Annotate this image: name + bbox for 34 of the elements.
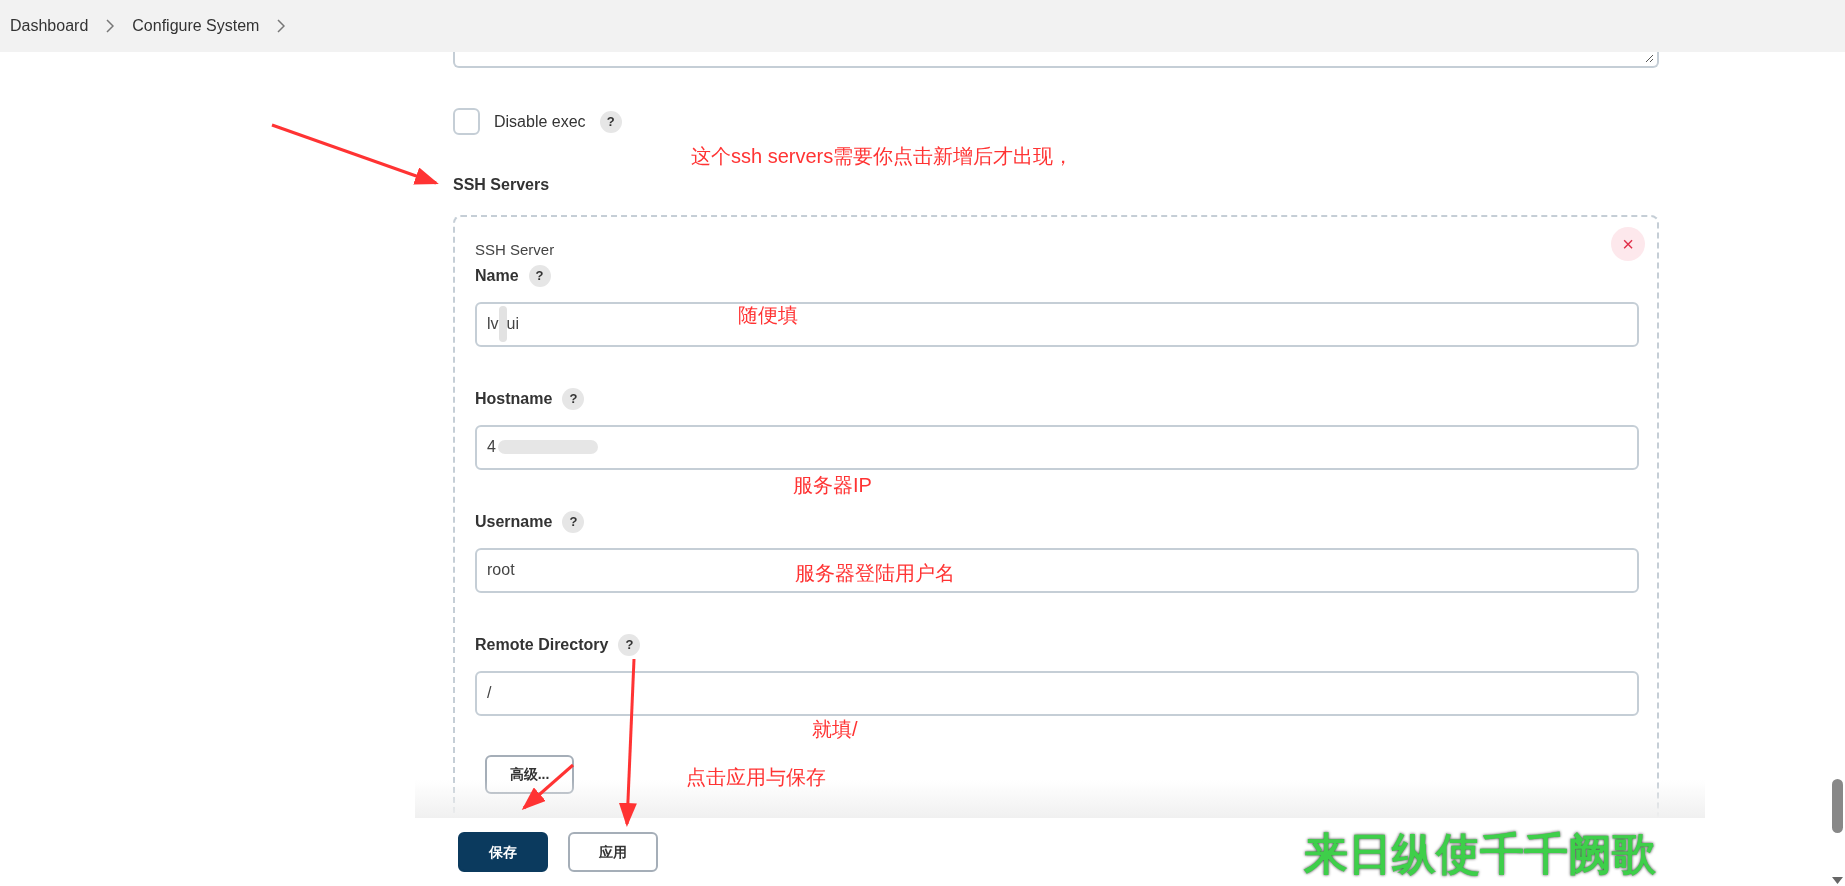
- breadcrumb-link[interactable]: Dashboard: [10, 14, 89, 38]
- lyric-text: 来日纵使千千阙歌: [1304, 828, 1656, 880]
- card-title: SSH Server: [475, 240, 555, 260]
- field-label: Hostname: [475, 388, 553, 409]
- checkbox-label: Disable exec: [494, 111, 586, 132]
- help-button[interactable]: ?: [618, 633, 641, 656]
- resize-handle-icon[interactable]: [1645, 54, 1654, 63]
- field-label: Name: [475, 265, 519, 286]
- annotation-text: 服务器IP: [793, 473, 872, 498]
- annotation-text: 随便填: [738, 303, 798, 328]
- checkbox[interactable]: [453, 108, 480, 135]
- section-title: SSH Servers: [453, 176, 550, 193]
- close-button[interactable]: ×: [1611, 227, 1645, 261]
- annotation-text: 点击应用与保存: [686, 765, 826, 790]
- input-field[interactable]: /: [475, 670, 1639, 716]
- scroll-down-icon[interactable]: [1832, 877, 1843, 884]
- redaction-smudge: [498, 306, 507, 342]
- scrollbar-thumb[interactable]: [1832, 779, 1843, 833]
- apply-button[interactable]: 应用: [568, 832, 658, 872]
- save-button[interactable]: 保存: [458, 832, 548, 872]
- annotation-text: 就填/: [812, 717, 858, 742]
- field-label: Username: [475, 511, 553, 532]
- help-button[interactable]: ?: [599, 110, 622, 133]
- advanced-button[interactable]: 高级...: [485, 754, 574, 794]
- input-field[interactable]: 4: [475, 424, 1639, 470]
- field-label: Remote Directory: [475, 634, 609, 655]
- help-button[interactable]: ?: [562, 387, 585, 410]
- help-button[interactable]: ?: [528, 264, 551, 287]
- annotation-text: 服务器登陆用户名: [795, 561, 955, 586]
- breadcrumb-link[interactable]: Configure System: [132, 14, 260, 38]
- chevron-right-icon: [277, 19, 286, 33]
- chevron-right-icon: [106, 19, 115, 33]
- help-button[interactable]: ?: [562, 510, 585, 533]
- annotation-text: 这个ssh servers需要你点击新增后才出现，: [691, 144, 1074, 169]
